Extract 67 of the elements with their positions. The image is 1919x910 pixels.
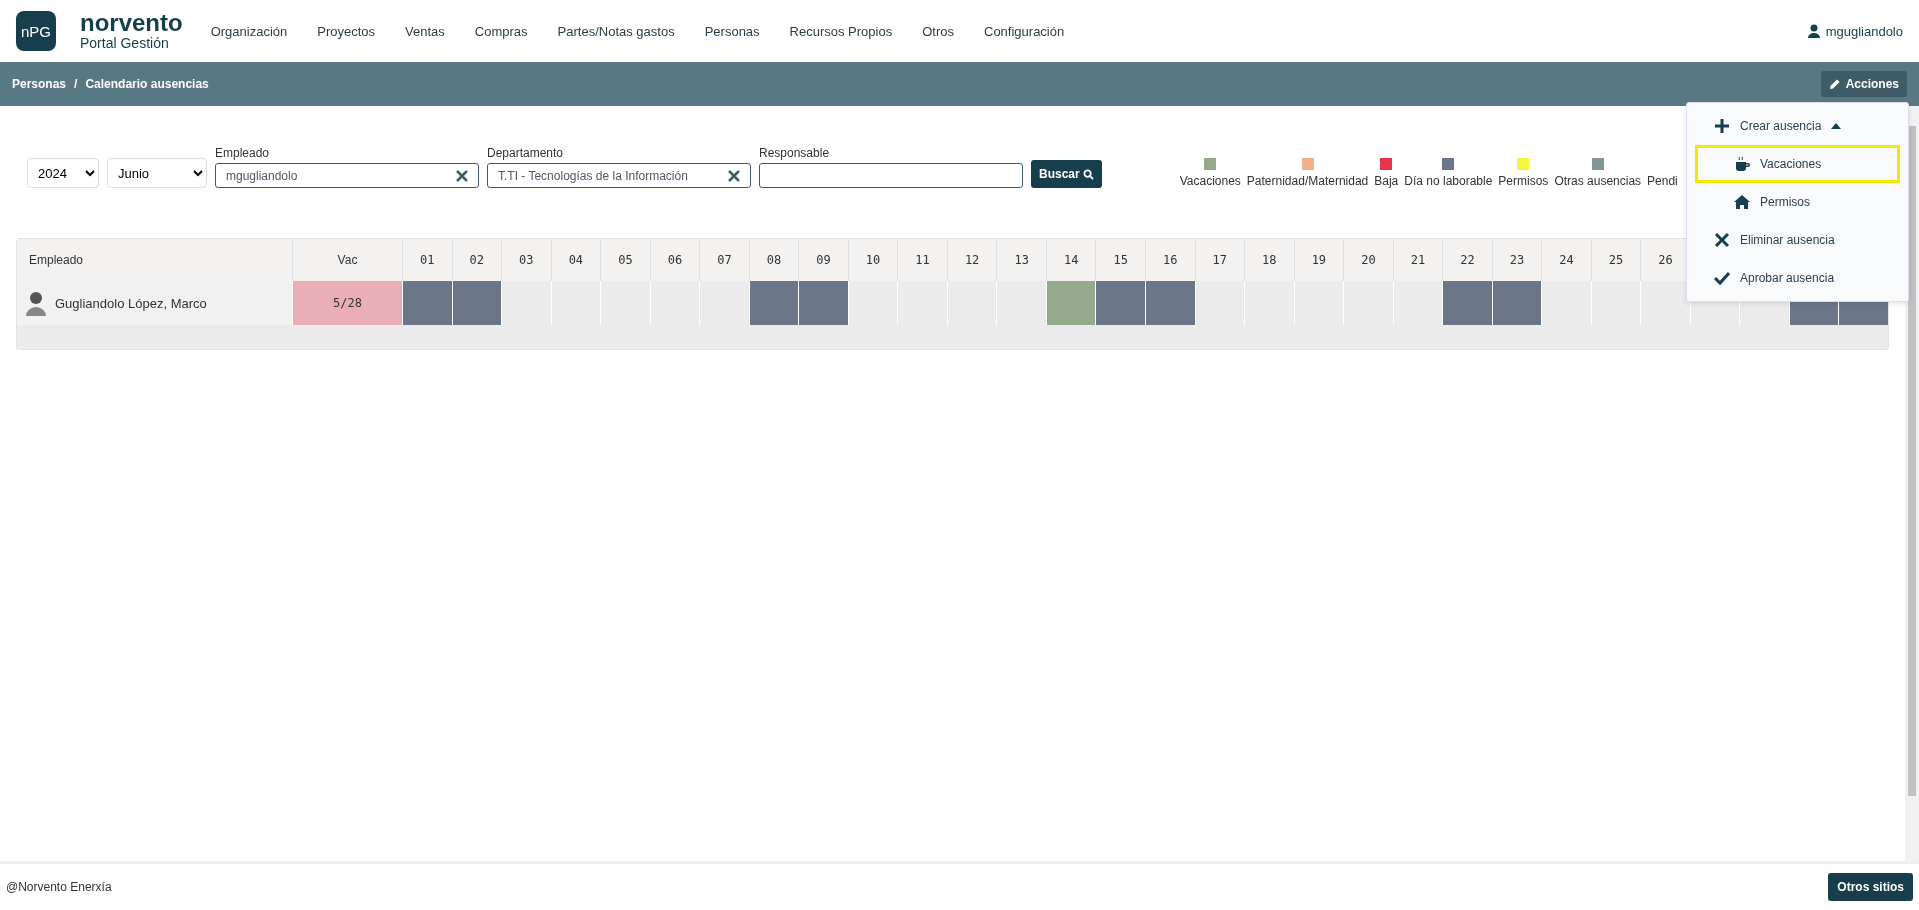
day-header: 13: [996, 239, 1046, 281]
input-field[interactable]: T.TI - Tecnologías de la Información: [487, 163, 751, 188]
day-header: 24: [1541, 239, 1591, 281]
nav-link[interactable]: Configuración: [984, 23, 1065, 39]
nav-link[interactable]: Personas: [704, 23, 760, 39]
day-header: 04: [550, 239, 601, 281]
nav-link[interactable]: Organización: [210, 23, 288, 39]
day-header: 07: [699, 239, 749, 281]
day-header: 20: [1343, 239, 1393, 281]
day-header: 06: [649, 239, 700, 281]
menu-item[interactable]: Eliminar ausencia: [1695, 221, 1900, 259]
day-header: 05: [600, 239, 650, 281]
search-button[interactable]: Buscar: [1031, 160, 1102, 188]
nav-link[interactable]: Proyectos: [317, 23, 376, 39]
menu-item[interactable]: Crear ausencia: [1695, 107, 1900, 145]
field-label: Empleado: [215, 146, 271, 160]
actions-button[interactable]: Acciones: [1820, 71, 1907, 97]
day-header: 15: [1095, 239, 1145, 281]
legend-label: Vacaciones: [1179, 174, 1241, 188]
logo-badge[interactable]: nPG: [16, 11, 56, 51]
day-header: 22: [1442, 239, 1492, 281]
legend-label: Día no laborable: [1404, 174, 1493, 188]
input-field[interactable]: mgugliandolo: [215, 163, 479, 188]
breadcrumb-link[interactable]: Calendario ausencias: [85, 77, 209, 91]
breadcrumb-link[interactable]: Personas: [12, 77, 67, 91]
day-header: 18: [1244, 239, 1294, 281]
brand-subtitle: Portal Gestión: [80, 35, 170, 51]
day-header: 21: [1392, 239, 1443, 281]
column-header: Vac: [292, 239, 402, 281]
column-header: Empleado: [17, 239, 292, 281]
legend-label: Otras ausencias: [1554, 174, 1642, 188]
menu-item[interactable]: Permisos: [1695, 183, 1900, 221]
other-sites-button[interactable]: Otros sitios: [1828, 873, 1913, 901]
day-header: 08: [748, 239, 799, 281]
breadcrumb-separator: /: [74, 77, 78, 91]
field-label: Departamento: [487, 146, 565, 160]
table-cell: 5/28: [292, 281, 402, 325]
day-header: 11: [897, 239, 947, 281]
legend-label: Pendi: [1647, 174, 1678, 188]
day-header: 12: [946, 239, 997, 281]
legend-label: Permisos: [1498, 174, 1549, 188]
month-select[interactable]: Junio: [107, 158, 207, 188]
year-select[interactable]: 2024: [27, 158, 99, 188]
legend-label: Baja: [1374, 174, 1399, 188]
field-label: Responsable: [759, 146, 831, 160]
day-header: 09: [798, 239, 848, 281]
nav-link[interactable]: Ventas: [405, 23, 445, 39]
day-header: 10: [847, 239, 898, 281]
nav-link[interactable]: Recursos Propios: [789, 23, 893, 39]
day-header: 19: [1293, 239, 1344, 281]
menu-item[interactable]: Vacaciones: [1695, 145, 1900, 183]
day-header: 02: [451, 239, 502, 281]
day-header: 03: [501, 239, 551, 281]
menu-item[interactable]: Aprobar ausencia: [1695, 259, 1900, 297]
day-header: 14: [1045, 239, 1096, 281]
day-header: 01: [402, 239, 452, 281]
day-header: 17: [1194, 239, 1245, 281]
day-header: 25: [1590, 239, 1641, 281]
day-header: 23: [1491, 239, 1542, 281]
user-name[interactable]: mgugliandolo: [1825, 23, 1903, 39]
brand-name: norvento: [80, 11, 183, 35]
copyright-text: @Norvento Enerxía: [6, 880, 112, 894]
nav-link[interactable]: Otros: [922, 23, 954, 39]
legend-label: Paternidad/Maternidad: [1246, 174, 1369, 188]
day-header: 16: [1145, 239, 1195, 281]
nav-link[interactable]: Compras: [474, 23, 528, 39]
nav-link[interactable]: Partes/Notas gastos: [557, 23, 675, 39]
